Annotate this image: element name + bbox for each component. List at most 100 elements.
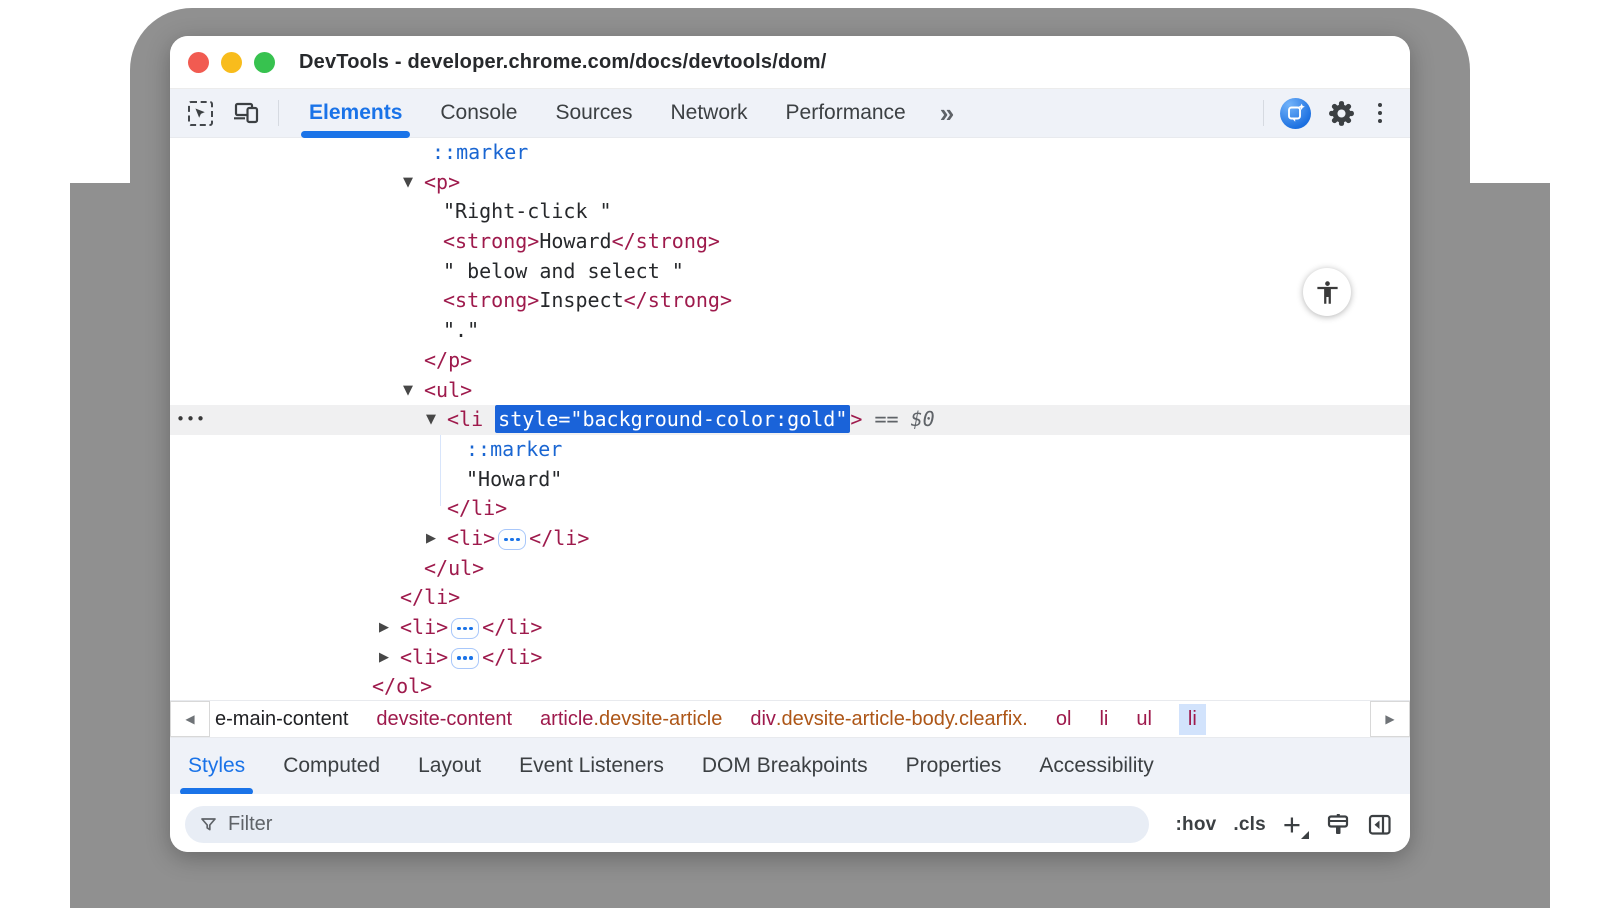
dom-tree-row[interactable]: </li> xyxy=(170,494,1410,524)
collapse-twisty-icon[interactable]: ▼ xyxy=(403,168,413,198)
sidebar-tab-properties[interactable]: Properties xyxy=(906,738,1002,794)
tag-token: </li> xyxy=(529,526,589,550)
breadcrumb-item[interactable]: devsite-content xyxy=(375,704,513,735)
toggle-hover-state-button[interactable]: :hov xyxy=(1175,814,1216,836)
collapse-twisty-icon[interactable]: ▼ xyxy=(403,376,413,406)
selected-attribute: style="background-color:gold" xyxy=(495,405,850,433)
breadcrumb: e-main-content devsite-content article.dev… xyxy=(210,701,1370,737)
equals-token: == xyxy=(862,407,910,431)
tag-token: <ul> xyxy=(424,378,472,402)
sidebar-tab-styles[interactable]: Styles xyxy=(188,738,245,794)
ellipsis-expand-button[interactable] xyxy=(451,648,479,669)
dom-tree-panel: ::marker▼<p>"Right-click "<strong>Howard… xyxy=(170,138,1410,700)
tag-token: <p> xyxy=(424,170,460,194)
breadcrumb-token: li xyxy=(1099,708,1108,731)
close-button[interactable] xyxy=(188,52,209,73)
tag-token: <strong> xyxy=(443,288,539,312)
dom-tree-row[interactable]: •••▼<li style="background-color:gold"> =… xyxy=(170,405,1410,435)
dom-tree-row[interactable]: ▼ <ul> xyxy=(170,376,1410,406)
breadcrumb-token: devsite-content xyxy=(376,708,512,731)
tab-sources[interactable]: Sources xyxy=(555,89,632,137)
tag-token: </ul> xyxy=(424,556,484,580)
breadcrumb-item[interactable]: article.devsite-article xyxy=(539,704,723,735)
dom-tree-row[interactable]: "." xyxy=(170,316,1410,346)
settings-gear-icon[interactable] xyxy=(1327,99,1356,128)
expand-twisty-icon[interactable]: ▶ xyxy=(426,524,436,554)
funnel-icon xyxy=(201,818,217,832)
window-title: DevTools - developer.chrome.com/docs/dev… xyxy=(299,51,827,74)
text-token: " below and select " xyxy=(443,259,684,283)
dom-tree-row[interactable]: ▶<li></li> xyxy=(170,524,1410,554)
dom-tree-row[interactable]: </p> xyxy=(170,346,1410,376)
breadcrumb-item[interactable]: li xyxy=(1098,704,1109,735)
breadcrumb-token: e-main-content xyxy=(215,708,348,731)
styles-filter-bar: Filter :hov .cls + xyxy=(170,794,1410,852)
tag-token: <li> xyxy=(400,615,448,639)
dom-tree-row[interactable]: ▶ <li> </li> xyxy=(170,643,1410,673)
dom-tree-row[interactable]: "Right-click " xyxy=(170,197,1410,227)
toggle-element-classes-button[interactable]: .cls xyxy=(1233,814,1266,836)
device-toolbar-icon[interactable] xyxy=(233,102,260,124)
breadcrumb-item[interactable]: e-main-content xyxy=(214,704,349,735)
breadcrumb-scroll-right-button[interactable]: ▶ xyxy=(1370,701,1410,737)
new-style-rule-button[interactable]: + xyxy=(1283,815,1309,835)
toggle-sidebar-icon[interactable] xyxy=(1368,814,1392,836)
tag-token: </li> xyxy=(482,615,542,639)
breadcrumb-token: ul xyxy=(1136,708,1152,731)
minimize-button[interactable] xyxy=(221,52,242,73)
sidebar-tab-dom-breakpoints[interactable]: DOM Breakpoints xyxy=(702,738,868,794)
cursor-arrow-icon xyxy=(193,106,206,119)
ellipsis-expand-button[interactable] xyxy=(498,529,526,550)
breadcrumb-token: div xyxy=(750,708,776,731)
dom-tree-row[interactable]: </li> xyxy=(170,583,1410,613)
breadcrumb-item[interactable]: li xyxy=(1179,704,1206,735)
dom-tree-row[interactable]: ::marker xyxy=(170,138,1410,168)
breadcrumb-item[interactable]: ol xyxy=(1055,704,1073,735)
tag-token: <li> xyxy=(400,645,448,669)
tag-token: <li xyxy=(447,407,483,431)
tag-token: </li> xyxy=(482,645,542,669)
ai-assistance-icon[interactable] xyxy=(1280,98,1311,129)
tag-token: </ol> xyxy=(372,674,432,698)
expand-twisty-icon[interactable]: ▶ xyxy=(379,613,389,643)
tab-elements[interactable]: Elements xyxy=(309,89,402,137)
dom-tree-row[interactable]: "Howard" xyxy=(170,465,1410,495)
toolbar-divider xyxy=(1263,100,1264,126)
sidebar-tab-computed[interactable]: Computed xyxy=(283,738,380,794)
sidebar-tab-layout[interactable]: Layout xyxy=(418,738,481,794)
dom-tree-row[interactable]: ▼ <p> xyxy=(170,168,1410,198)
filter-bar-actions: :hov .cls + xyxy=(1175,814,1392,836)
sidebar-tab-accessibility[interactable]: Accessibility xyxy=(1039,738,1153,794)
collapse-twisty-icon[interactable]: ▼ xyxy=(426,405,436,435)
ellipsis-expand-button[interactable] xyxy=(451,618,479,639)
inspect-element-icon[interactable] xyxy=(188,101,213,126)
breadcrumb-item[interactable]: ul xyxy=(1135,704,1153,735)
tag-token: </strong> xyxy=(624,288,732,312)
row-more-actions-dots[interactable]: ••• xyxy=(176,405,206,435)
dom-tree-row[interactable]: </ol> xyxy=(170,672,1410,700)
expand-twisty-icon[interactable]: ▶ xyxy=(379,643,389,673)
breadcrumb-item[interactable]: div.devsite-article-body.clearfix. xyxy=(749,704,1029,735)
dom-tree-row[interactable]: ::marker xyxy=(170,435,1410,465)
devtools-window: DevTools - developer.chrome.com/docs/dev… xyxy=(170,36,1410,852)
sidebar-tab-event-listeners[interactable]: Event Listeners xyxy=(519,738,664,794)
dom-tree-row[interactable]: </ul> xyxy=(170,554,1410,584)
dom-tree-row[interactable]: <strong>Inspect</strong> xyxy=(170,286,1410,316)
filter-input[interactable]: Filter xyxy=(185,806,1149,843)
accessibility-overlay-button[interactable] xyxy=(1303,268,1351,316)
breadcrumb-bar: ◀ e-main-content devsite-content article.d… xyxy=(170,700,1410,737)
rendering-brush-icon[interactable] xyxy=(1326,814,1351,836)
tag-token: </li> xyxy=(447,496,507,520)
dom-tree-row[interactable]: <strong>Howard</strong> xyxy=(170,227,1410,257)
tab-console[interactable]: Console xyxy=(440,89,517,137)
dom-tree-row[interactable]: " below and select " xyxy=(170,257,1410,287)
traffic-lights xyxy=(188,52,275,73)
dom-tree-row[interactable]: ▶ <li> </li> xyxy=(170,613,1410,643)
customize-devtools-kebab-icon[interactable] xyxy=(1372,101,1389,126)
zoom-button[interactable] xyxy=(254,52,275,73)
tab-performance[interactable]: Performance xyxy=(786,89,906,137)
pseudo-element-token: ::marker xyxy=(432,140,528,164)
more-tabs-button[interactable]: » xyxy=(940,98,952,129)
tab-network[interactable]: Network xyxy=(670,89,747,137)
breadcrumb-scroll-left-button[interactable]: ◀ xyxy=(170,701,210,737)
